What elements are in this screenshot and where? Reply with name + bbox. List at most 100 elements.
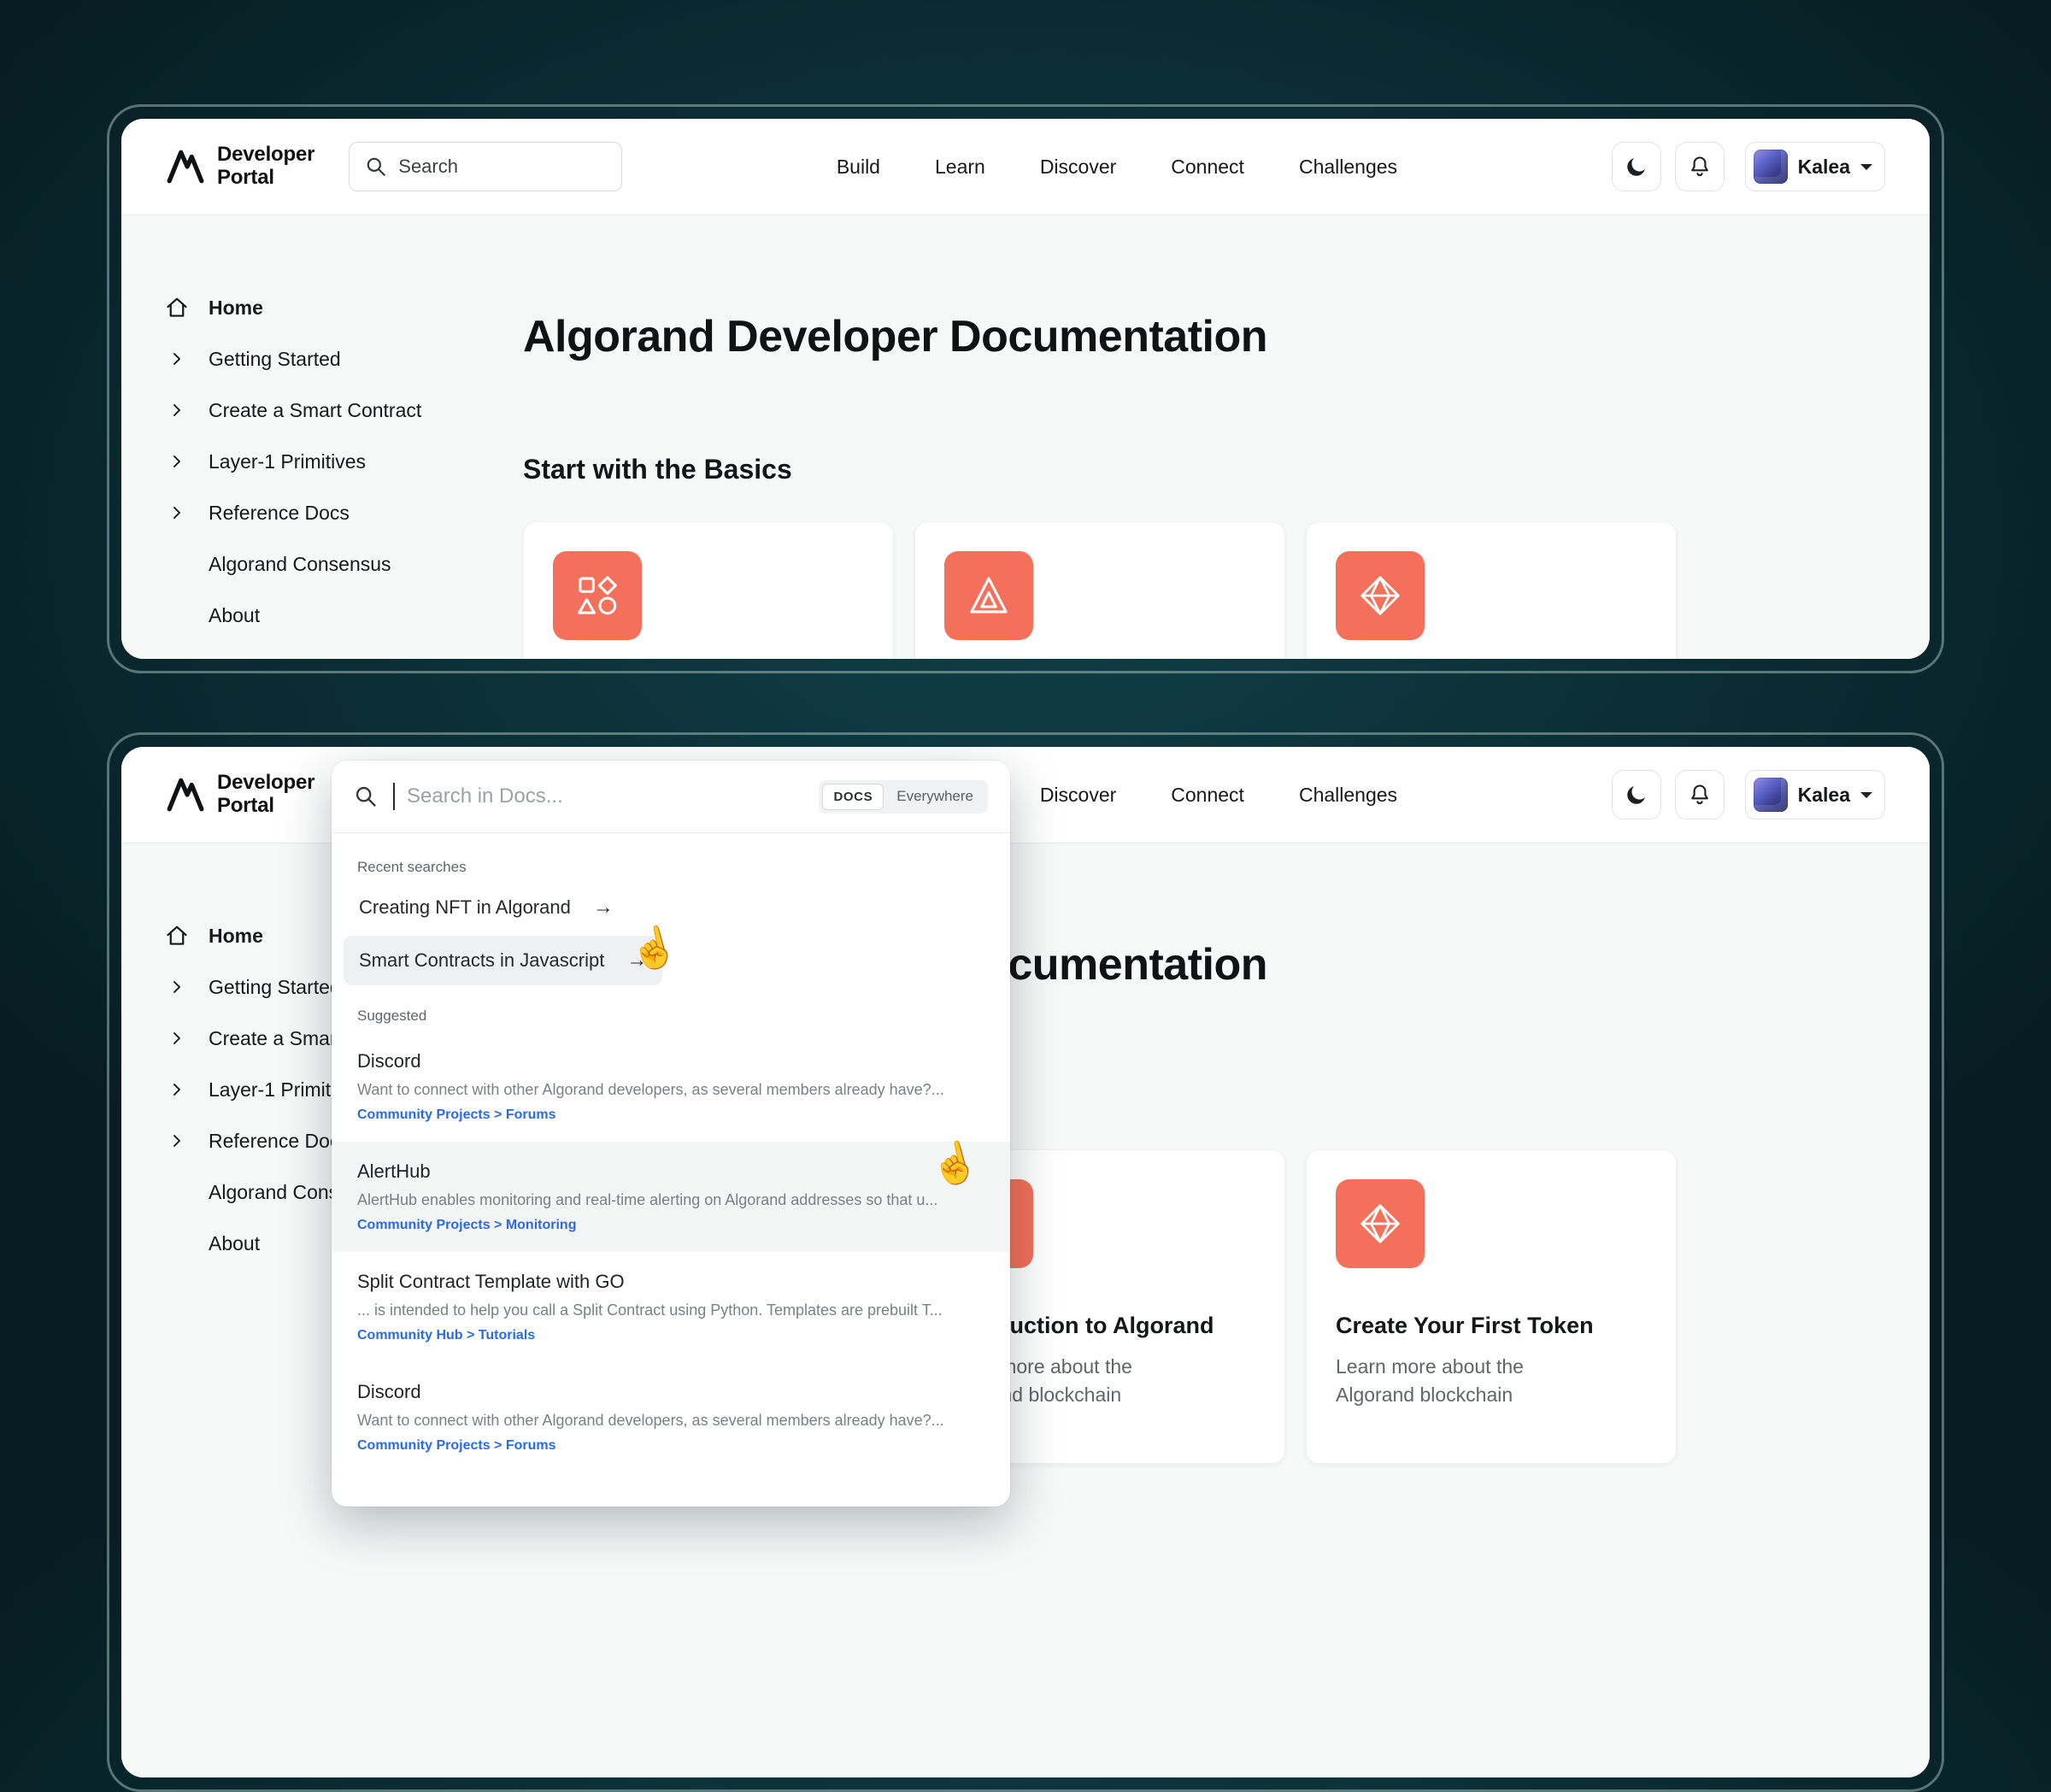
main-nav: Build Learn Discover Connect Challenges	[622, 156, 1611, 179]
home-icon	[164, 296, 190, 320]
docs-search-input[interactable]: Search in Docs...	[407, 784, 807, 808]
suggested-label: Suggested	[357, 1008, 984, 1025]
sidebar-item-label: Home	[209, 297, 263, 320]
moon-icon	[1625, 155, 1648, 179]
gem-icon	[1358, 573, 1402, 618]
dark-mode-toggle[interactable]	[1612, 142, 1661, 191]
brand-line2: Portal	[217, 795, 314, 818]
suggestion-split-contract-template[interactable]: Split Contract Template with GO ... is i…	[332, 1252, 1010, 1362]
nav-learn[interactable]: Learn	[935, 156, 985, 179]
chevron-right-icon[interactable]	[164, 978, 190, 996]
main-content: Algorand Developer Documentation Start w…	[523, 215, 1930, 659]
user-menu[interactable]: Kalea	[1745, 770, 1885, 820]
nav-challenges[interactable]: Challenges	[1299, 784, 1397, 807]
sidebar-item-label: Reference Docs	[209, 502, 350, 525]
card-create-your-first-token[interactable]: Create Your First Token Learn more about…	[1306, 1149, 1677, 1464]
suggestion-title: Split Contract Template with GO	[357, 1271, 984, 1293]
header-actions: Kalea	[1612, 142, 1885, 191]
arrow-right-icon: →	[593, 896, 614, 920]
recent-search-text: Creating NFT in Algorand	[359, 896, 571, 919]
recent-search-smart-contracts[interactable]: Smart Contracts in Javascript →	[344, 936, 662, 985]
card-basics-1[interactable]	[523, 521, 894, 659]
sidebar-item-label: Home	[209, 925, 263, 948]
notifications-button[interactable]	[1675, 142, 1725, 191]
suggestion-breadcrumb[interactable]: Community Hub > Tutorials	[357, 1328, 984, 1343]
suggestion-breadcrumb[interactable]: Community Projects > Monitoring	[357, 1218, 984, 1233]
suggestion-discord-2[interactable]: Discord Want to connect with other Algor…	[332, 1362, 1010, 1472]
sidebar-item-about[interactable]: About	[164, 590, 523, 641]
page-body: Home Getting Started Create a Smart Cont…	[121, 215, 1930, 659]
shapes-icon	[575, 573, 620, 618]
card-icon-tile	[1336, 551, 1425, 640]
card-introduction-to-algorand[interactable]: Introduction to Algorand Learn more abou…	[914, 521, 1285, 659]
suggestion-title: Discord	[357, 1050, 984, 1072]
suggestion-desc: ... is intended to help you call a Split…	[357, 1301, 984, 1319]
cursor-pointer-icon: ☝	[926, 1138, 983, 1188]
search-icon	[365, 156, 387, 178]
section-title: Start with the Basics	[523, 455, 1930, 484]
bell-icon	[1688, 783, 1712, 807]
chevron-right-icon[interactable]	[164, 504, 190, 521]
search-input[interactable]: Search	[349, 142, 622, 191]
brand-line1: Developer	[217, 772, 314, 795]
page-title: Algorand Developer Documentation	[523, 314, 1930, 359]
scope-docs-button[interactable]: DOCS	[822, 784, 884, 810]
sidebar-item-label: Reference Docs	[209, 1130, 350, 1153]
nav-build[interactable]: Build	[837, 156, 880, 179]
sidebar-item-label: About	[209, 1232, 260, 1255]
header: Developer Portal Search Build Learn Disc…	[121, 119, 1930, 215]
recent-searches-label: Recent searches	[357, 859, 984, 876]
suggestion-breadcrumb[interactable]: Community Projects > Forums	[357, 1438, 984, 1454]
card-create-your-first-token[interactable]: Create Your First Token Learn more about…	[1306, 521, 1677, 659]
sidebar-item-label: Layer-1 Primitives	[209, 450, 366, 473]
suggestion-alerthub[interactable]: AlertHub AlertHub enables monitoring and…	[332, 1142, 1010, 1252]
sidebar-item-create-a-smart-contract[interactable]: Create a Smart Contract	[164, 385, 523, 436]
sidebar-item-label: Getting Started	[209, 348, 341, 371]
sidebar-item-label: Algorand Consensus	[209, 553, 391, 576]
brand-line1: Developer	[217, 144, 314, 167]
sidebar-item-label: Create a Smart Contract	[209, 399, 421, 422]
suggestion-title: Discord	[357, 1381, 984, 1403]
sidebar-item-algorand-consensus[interactable]: Algorand Consensus	[164, 538, 523, 590]
chevron-down-icon	[1860, 792, 1872, 804]
chevron-right-icon[interactable]	[164, 350, 190, 367]
sidebar-item-layer-1-primitives[interactable]: Layer-1 Primitives	[164, 436, 523, 487]
sidebar-item-getting-started[interactable]: Getting Started	[164, 333, 523, 385]
sidebar-item-home[interactable]: Home	[164, 282, 523, 333]
card-desc: Learn more about the Algorand blockchain	[1336, 1353, 1601, 1408]
brand-name: Developer Portal	[217, 772, 314, 818]
suggestion-desc: Want to connect with other Algorand deve…	[357, 1081, 984, 1099]
suggestion-desc: Want to connect with other Algorand deve…	[357, 1412, 984, 1430]
nav-discover[interactable]: Discover	[1040, 784, 1116, 807]
suggestion-breadcrumb[interactable]: Community Projects > Forums	[357, 1108, 984, 1123]
dark-mode-toggle[interactable]	[1612, 770, 1661, 820]
user-menu[interactable]: Kalea	[1745, 142, 1885, 191]
chevron-down-icon	[1860, 164, 1872, 176]
recent-search-creating-nft[interactable]: Creating NFT in Algorand →	[344, 883, 629, 932]
nav-challenges[interactable]: Challenges	[1299, 156, 1397, 179]
chevron-right-icon[interactable]	[164, 1030, 190, 1047]
notifications-button[interactable]	[1675, 770, 1725, 820]
developer-portal-window-search-open: Developer Portal Search Build Learn Disc…	[121, 747, 1930, 1777]
algorand-logo-icon[interactable]	[166, 147, 205, 186]
bell-icon	[1688, 155, 1712, 179]
suggestion-discord-1[interactable]: Discord Want to connect with other Algor…	[332, 1031, 1010, 1142]
algorand-logo-icon[interactable]	[166, 775, 205, 814]
chevron-right-icon[interactable]	[164, 453, 190, 470]
cursor-pointer-icon: ☝	[625, 923, 682, 972]
search-placeholder: Search	[398, 156, 458, 178]
nav-connect[interactable]: Connect	[1171, 784, 1244, 807]
user-name: Kalea	[1798, 156, 1850, 179]
chevron-right-icon[interactable]	[164, 402, 190, 419]
text-cursor	[393, 783, 395, 810]
nav-discover[interactable]: Discover	[1040, 156, 1116, 179]
nav-connect[interactable]: Connect	[1171, 156, 1244, 179]
scope-everywhere-button[interactable]: Everywhere	[885, 788, 984, 805]
search-scope-toggle: DOCS Everywhere	[819, 780, 988, 814]
chevron-right-icon[interactable]	[164, 1132, 190, 1149]
triangle-icon	[967, 573, 1011, 618]
card-icon-tile	[553, 551, 642, 640]
avatar	[1754, 778, 1788, 812]
sidebar-item-reference-docs[interactable]: Reference Docs	[164, 487, 523, 538]
chevron-right-icon[interactable]	[164, 1081, 190, 1098]
